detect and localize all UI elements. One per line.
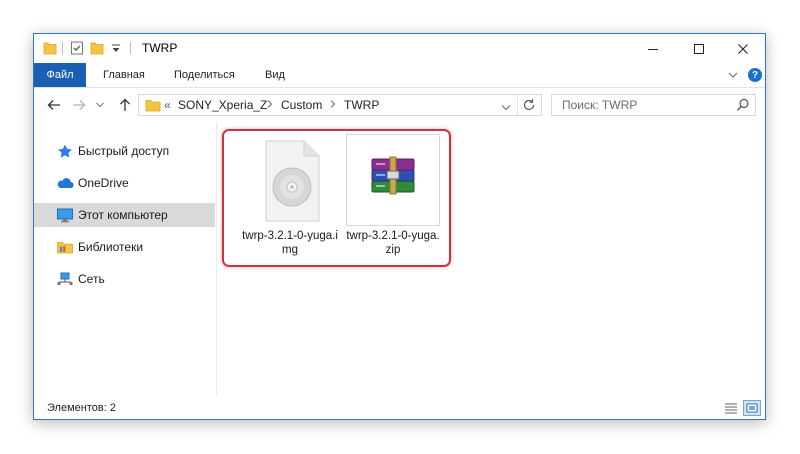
- chevron-down-icon: [96, 102, 104, 108]
- breadcrumb-custom[interactable]: Custom: [281, 98, 322, 112]
- breadcrumb-separator-icon: [267, 98, 273, 112]
- winrar-archive-icon: [346, 134, 440, 226]
- search-placeholder: Поиск: TWRP: [562, 98, 638, 112]
- breadcrumb-sony-xperia-z[interactable]: SONY_Xperia_Z: [178, 98, 267, 112]
- forward-button[interactable]: [70, 96, 88, 114]
- arrow-left-icon: [47, 100, 60, 110]
- arrow-up-icon: [120, 98, 130, 111]
- file-item-zip[interactable]: twrp-3.2.1-0-yuga.zip: [345, 132, 441, 260]
- help-icon: ?: [748, 68, 762, 82]
- sidebar-item-onedrive[interactable]: OneDrive: [34, 171, 215, 195]
- sidebar-item-label: OneDrive: [78, 176, 129, 190]
- details-view-icon: [725, 403, 737, 414]
- new-folder-icon[interactable]: [90, 40, 104, 56]
- window-title: TWRP: [142, 41, 178, 55]
- minimize-button[interactable]: [630, 34, 676, 63]
- tab-share[interactable]: Поделиться: [174, 63, 235, 87]
- help-button[interactable]: ?: [747, 67, 763, 83]
- minimize-icon: [648, 48, 658, 50]
- close-icon: [738, 43, 748, 54]
- tab-home[interactable]: Главная: [103, 63, 145, 87]
- title-bar: TWRP: [34, 34, 765, 63]
- sidebar-item-libraries[interactable]: Библиотеки: [34, 235, 215, 259]
- folder-icon: [43, 40, 57, 56]
- sidebar-item-this-pc[interactable]: Этот компьютер: [34, 203, 215, 227]
- file-item-img[interactable]: twrp-3.2.1-0-yuga.img: [242, 132, 338, 260]
- breadcrumb-separator-icon: [330, 98, 336, 112]
- tab-view[interactable]: Вид: [265, 63, 285, 87]
- sidebar-item-network[interactable]: Сеть: [34, 267, 215, 291]
- sidebar-item-label: Сеть: [78, 272, 105, 286]
- sidebar-item-label: Этот компьютер: [78, 208, 168, 222]
- explorer-window: TWRP Файл Главная Поделиться Вид ? « SON…: [33, 33, 766, 420]
- customize-toolbar-icon[interactable]: [110, 40, 122, 56]
- large-icons-view-icon: [746, 403, 758, 413]
- network-icon: [56, 271, 74, 287]
- refresh-icon: [523, 99, 535, 111]
- file-list: twrp-3.2.1-0-yuga.img twrp-3.2.1-0-yuga.…: [217, 122, 766, 396]
- chevron-down-icon: [501, 105, 511, 111]
- address-history-button[interactable]: [501, 101, 511, 115]
- address-divider: [517, 95, 518, 115]
- item-count: Элементов: 2: [47, 402, 116, 414]
- library-icon: [56, 239, 74, 255]
- details-view-button[interactable]: [722, 400, 740, 416]
- search-input[interactable]: Поиск: TWRP: [551, 94, 756, 116]
- status-bar: Элементов: 2: [34, 396, 765, 420]
- toolbar-divider: [129, 40, 132, 56]
- expand-ribbon-button[interactable]: [726, 67, 740, 83]
- arrow-right-icon: [73, 100, 86, 110]
- star-icon: [56, 143, 74, 159]
- address-overflow[interactable]: «: [164, 98, 171, 112]
- breadcrumb-twrp[interactable]: TWRP: [344, 98, 379, 112]
- file-name: twrp-3.2.1-0-yuga.zip: [346, 230, 440, 256]
- chevron-down-icon: [728, 72, 738, 78]
- back-button[interactable]: [45, 96, 63, 114]
- monitor-icon: [56, 207, 74, 223]
- close-button[interactable]: [720, 34, 766, 63]
- recent-locations-button[interactable]: [94, 96, 106, 114]
- tab-file[interactable]: Файл: [34, 63, 86, 87]
- maximize-button[interactable]: [676, 34, 722, 63]
- toolbar-divider: [61, 40, 64, 56]
- sidebar-item-label: Библиотеки: [78, 240, 144, 254]
- sidebar-item-label: Быстрый доступ: [78, 144, 170, 158]
- refresh-button[interactable]: [522, 98, 536, 115]
- properties-icon[interactable]: [70, 40, 84, 56]
- large-icons-view-button[interactable]: [743, 400, 761, 416]
- disc-image-file-icon: [243, 134, 337, 226]
- folder-icon: [145, 97, 161, 116]
- maximize-icon: [694, 43, 704, 54]
- ribbon-tabs: Файл Главная Поделиться Вид ?: [34, 63, 765, 88]
- sidebar-item-quick-access[interactable]: Быстрый доступ: [34, 139, 215, 163]
- navigation-bar: « SONY_Xperia_Z Custom TWRP Поиск: TWRP: [34, 88, 765, 122]
- search-icon[interactable]: [736, 98, 750, 115]
- up-button[interactable]: [116, 96, 134, 114]
- cloud-icon: [56, 175, 74, 191]
- file-name: twrp-3.2.1-0-yuga.img: [242, 230, 338, 256]
- address-bar[interactable]: « SONY_Xperia_Z Custom TWRP: [138, 94, 542, 116]
- navigation-pane: Быстрый доступ OneDrive Этот компьютер Б…: [34, 122, 217, 396]
